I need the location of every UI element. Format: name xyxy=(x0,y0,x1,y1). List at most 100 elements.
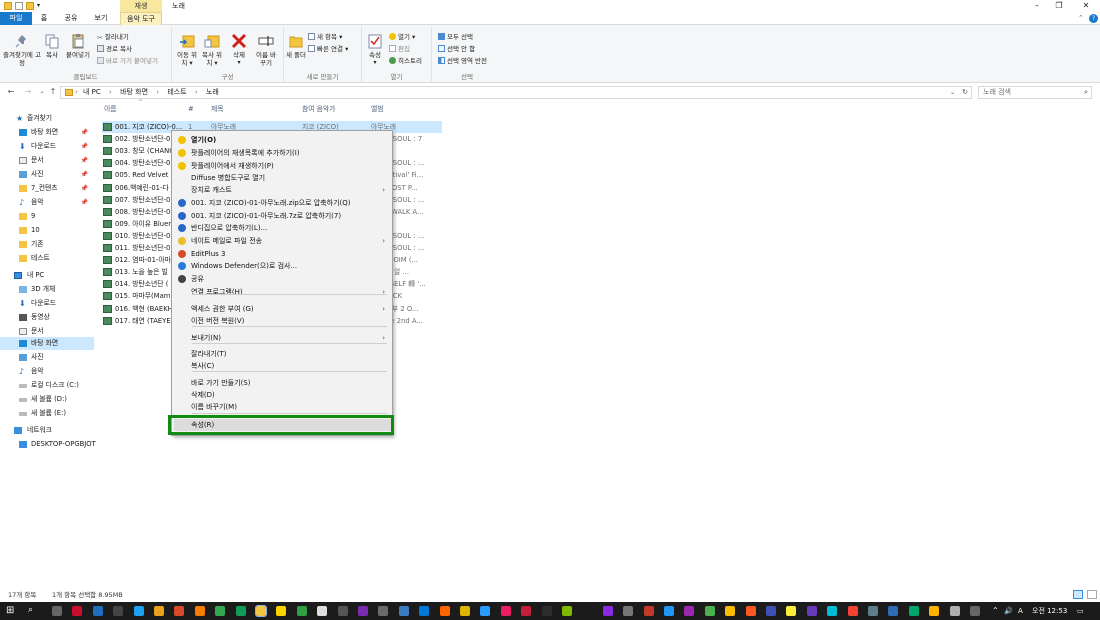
menu-item[interactable]: 팟플레이어의 재생목록에 추가하기(I) xyxy=(174,147,391,159)
sidebar-item-quick-access[interactable]: ★ 즐겨찾기 xyxy=(0,112,94,125)
sidebar-item-videos[interactable]: 동영상 xyxy=(0,311,94,324)
address-box[interactable]: › 내 PC › 바탕 화면 › 테스트 › 노래 ⌄ ↻ xyxy=(60,86,972,99)
menu-item[interactable]: 팟플레이어에서 재생하기(P) xyxy=(174,160,391,172)
breadcrumb-songs[interactable]: 노래 xyxy=(206,88,219,96)
tray-chevron-icon[interactable]: ⌃ xyxy=(992,602,999,620)
taskbar-app-icon[interactable] xyxy=(194,606,205,616)
easy-access-button[interactable]: 빠른 연결 ▾ xyxy=(308,45,348,53)
new-folder-button[interactable]: 새 폴더 xyxy=(286,33,306,59)
taskbar-app-icon[interactable] xyxy=(419,606,430,616)
taskbar-app-icon[interactable] xyxy=(296,606,307,616)
taskbar-app-icon[interactable] xyxy=(827,606,838,616)
taskbar-app-icon[interactable] xyxy=(888,606,899,616)
sidebar-item-3d-objects[interactable]: 3D 개체 xyxy=(0,283,94,296)
delete-button[interactable]: 삭제 ▾ xyxy=(228,33,250,67)
dropdown-icon[interactable]: ▾ xyxy=(37,2,43,10)
menu-item[interactable]: Windows Defender(으)로 검사... xyxy=(174,260,391,272)
sidebar-item-music[interactable]: ♪ 음악 xyxy=(0,365,94,378)
address-dropdown-icon[interactable]: ⌄ xyxy=(950,87,955,98)
properties-button[interactable]: 속성 ▾ xyxy=(365,33,385,67)
taskbar-app-icon[interactable] xyxy=(745,606,756,616)
sidebar-item-desktop-pc[interactable]: DESKTOP-OPGBJOT xyxy=(0,438,96,451)
taskbar-app-icon[interactable] xyxy=(602,606,613,616)
maximize-button[interactable]: ❐ xyxy=(1048,0,1070,12)
taskbar-app-icon[interactable] xyxy=(868,606,878,616)
edit-button[interactable]: 편집 xyxy=(389,45,410,53)
taskbar-app-icon[interactable] xyxy=(623,606,634,616)
tab-home[interactable]: 홈 xyxy=(36,12,52,25)
new-item-button[interactable]: 새 항목 ▾ xyxy=(308,33,342,41)
sidebar-item-desktop[interactable]: 바탕 화면 xyxy=(0,337,94,350)
column-header-name[interactable]: 이름 xyxy=(104,104,117,115)
sidebar-item-9[interactable]: 9 xyxy=(0,210,94,223)
taskbar-app-icon[interactable] xyxy=(113,606,124,616)
properties-icon[interactable] xyxy=(15,2,23,10)
menu-item[interactable]: 공유 xyxy=(174,273,391,285)
menu-item[interactable]: 장치로 캐스트 › xyxy=(174,184,391,196)
menu-item[interactable]: 바로 가기 만들기(S) xyxy=(174,377,391,389)
taskbar-app-icon[interactable] xyxy=(215,606,226,616)
taskbar-app-icon[interactable] xyxy=(806,606,817,616)
menu-item[interactable]: 네이트 메일로 파일 전송 › xyxy=(174,235,391,247)
breadcrumb-desktop[interactable]: 바탕 화면 xyxy=(120,88,148,96)
clock[interactable]: 오전 12:53 xyxy=(1032,602,1067,620)
sidebar-item-contents[interactable]: 7_컨텐츠 📌 xyxy=(0,182,94,195)
taskbar-app-icon[interactable] xyxy=(704,606,715,616)
taskbar-app-icon[interactable] xyxy=(398,606,409,616)
column-header-artist[interactable]: 참여 음악가 xyxy=(302,104,335,115)
menu-item[interactable]: 반디집으로 압축하기(L)... xyxy=(174,222,391,234)
history-button[interactable]: 히스토리 xyxy=(389,57,422,65)
tab-music-tools[interactable]: 음악 도구 xyxy=(120,12,162,25)
close-button[interactable]: ✕ xyxy=(1075,0,1097,12)
pin-button[interactable]: 즐겨찾기에 고정 xyxy=(3,33,41,67)
sidebar-item-pictures[interactable]: 사진 xyxy=(0,351,94,364)
taskbar-app-icon[interactable] xyxy=(480,606,491,616)
menu-item[interactable]: 001. 지코 (ZICO)-01-아무노래.zip으로 압축하기(Q) xyxy=(174,197,391,209)
breadcrumb-test[interactable]: 테스트 xyxy=(167,88,186,96)
taskbar-app-icon[interactable] xyxy=(500,606,511,616)
column-header-album[interactable]: 앨범 xyxy=(371,104,384,115)
sidebar-item-this-pc[interactable]: 내 PC xyxy=(0,269,94,282)
back-icon[interactable]: ← xyxy=(5,86,17,98)
taskbar-app-icon[interactable] xyxy=(133,606,144,616)
paste-button[interactable]: 붙여넣기 xyxy=(64,33,92,59)
taskbar-app-icon[interactable] xyxy=(949,606,960,616)
taskbar-app-icon[interactable] xyxy=(643,606,654,616)
taskbar-app-icon[interactable] xyxy=(541,606,552,616)
sidebar-item-existing[interactable]: 기존 xyxy=(0,238,94,251)
taskbar-app-icon[interactable] xyxy=(684,606,695,616)
taskbar-app-icon[interactable] xyxy=(174,606,185,616)
taskbar-app-icon[interactable] xyxy=(72,606,83,616)
taskbar-app-icon[interactable] xyxy=(847,606,858,616)
column-header-title[interactable]: 제목 xyxy=(211,104,224,115)
sidebar-item-music-pinned[interactable]: ♪ 음악 📌 xyxy=(0,196,94,209)
open-button[interactable]: 열기 ▾ xyxy=(389,33,415,41)
sidebar-item-desktop-pinned[interactable]: 바탕 화면 📌 xyxy=(0,126,94,139)
taskbar-app-icon[interactable] xyxy=(154,606,164,616)
rename-button[interactable]: 이름 바꾸기 xyxy=(254,33,278,67)
taskbar-app-icon[interactable] xyxy=(970,606,980,616)
menu-item[interactable]: 이름 바꾸기(M) xyxy=(174,401,391,413)
taskbar-app-icon[interactable] xyxy=(235,606,246,616)
sidebar-item-downloads-pinned[interactable]: ⬇ 다운로드 📌 xyxy=(0,140,94,153)
menu-item[interactable]: 열기(O) xyxy=(174,134,391,146)
taskbar-app-icon[interactable] xyxy=(562,606,572,616)
details-view-icon[interactable] xyxy=(1073,590,1083,599)
taskbar-app-icon[interactable] xyxy=(378,606,389,616)
minimize-button[interactable]: – xyxy=(1026,0,1048,12)
notification-icon[interactable]: ▭ xyxy=(1077,602,1084,620)
taskbar-app-icon[interactable] xyxy=(582,606,593,616)
select-none-button[interactable]: 선택 안 함 xyxy=(438,45,475,53)
taskbar-app-icon[interactable] xyxy=(92,606,103,616)
volume-icon[interactable]: 🔊 xyxy=(1004,602,1013,620)
chevron-up-icon[interactable]: ⌃ xyxy=(1078,14,1084,22)
taskbar-app-icon[interactable] xyxy=(725,606,736,616)
menu-item[interactable]: 삭제(D) xyxy=(174,389,391,401)
sidebar-item-drive-c[interactable]: 로컬 디스크 (C:) xyxy=(0,379,94,392)
select-all-button[interactable]: 모두 선택 xyxy=(438,33,473,41)
taskbar-app-icon[interactable] xyxy=(439,606,450,616)
large-icons-view-icon[interactable] xyxy=(1087,590,1097,599)
input-language[interactable]: A xyxy=(1018,602,1023,620)
taskbar-app-icon[interactable] xyxy=(337,606,348,616)
menu-item[interactable]: Diffuse 병합도구로 열기 xyxy=(174,172,391,184)
